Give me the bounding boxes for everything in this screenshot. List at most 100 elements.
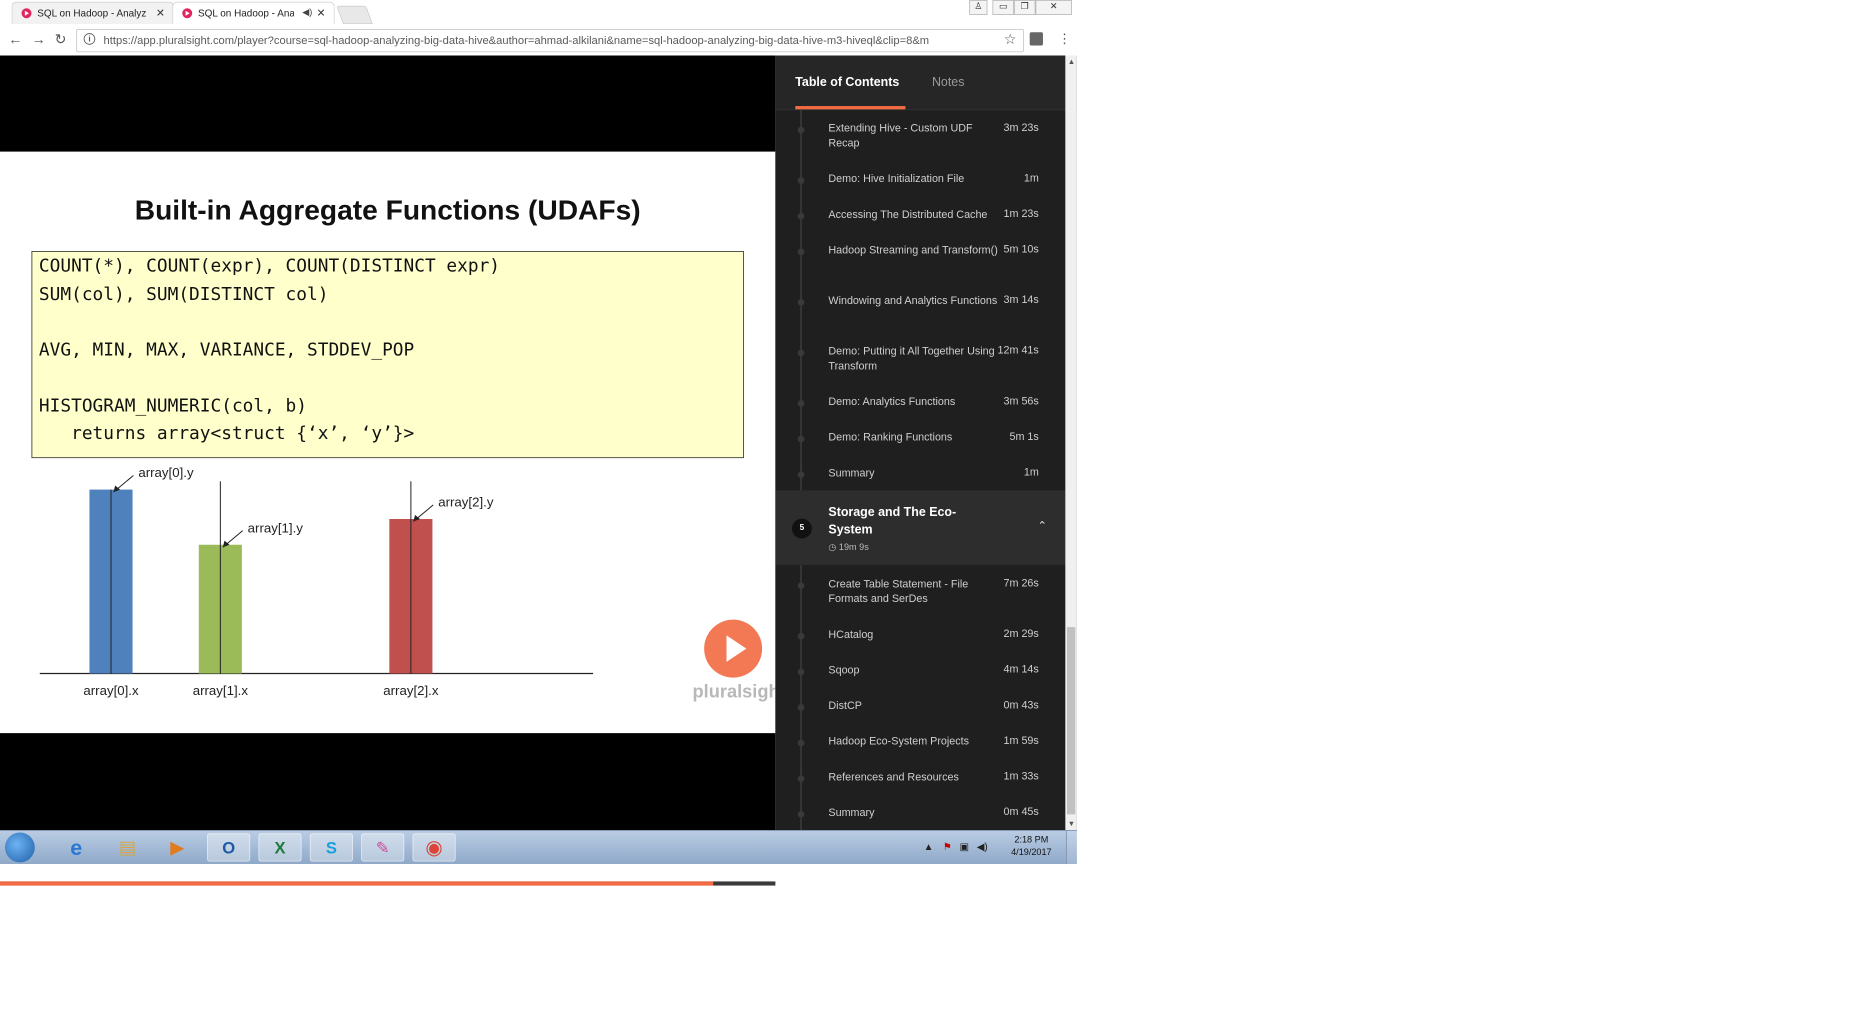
module-header[interactable]: 5 Storage and The Eco-System ◷ 19m 9s ⌃ bbox=[775, 490, 1066, 565]
clip-duration: 1m 59s bbox=[1003, 733, 1039, 747]
internet-explorer-icon[interactable]: e bbox=[55, 833, 98, 861]
user-profile-icon[interactable]: ♙ bbox=[969, 0, 988, 15]
brand-text: pluralsight bbox=[692, 680, 776, 702]
clip-title: Hadoop Eco-System Projects bbox=[828, 734, 970, 748]
code-line: returns array<struct {‘x’, ‘y’}> bbox=[38, 423, 415, 445]
close-tab-icon[interactable]: ✕ bbox=[317, 7, 326, 20]
browser-tab-2[interactable]: SQL on Hadoop - Ana ◀) ✕ bbox=[172, 1, 335, 25]
clip-item[interactable]: Summary 1m bbox=[775, 454, 1065, 494]
code-line: COUNT(*), COUNT(expr), COUNT(DISTINCT ex… bbox=[38, 255, 501, 277]
system-clock[interactable]: 2:18 PM 4/19/2017 bbox=[1002, 834, 1060, 859]
clip-duration: 1m bbox=[1023, 171, 1039, 184]
clip-duration: 5m 1s bbox=[1009, 429, 1039, 443]
clip-item[interactable]: Windowing and Analytics Functions 3m 14s bbox=[775, 282, 1065, 333]
sidebar-tabs: Table of Contents Notes bbox=[775, 55, 1077, 111]
chevron-up-icon[interactable]: ⌃ bbox=[1037, 519, 1047, 533]
back-arrow-icon[interactable]: ← bbox=[8, 31, 22, 48]
tab-notes[interactable]: Notes bbox=[932, 75, 964, 89]
pluralsight-favicon-icon bbox=[182, 8, 193, 19]
clip-title: Extending Hive - Custom UDF Recap bbox=[828, 121, 973, 150]
module-number: 5 bbox=[791, 518, 812, 539]
clip-status-dot bbox=[797, 435, 805, 443]
maximize-button[interactable]: ❐ bbox=[1013, 0, 1036, 15]
close-window-button[interactable]: ✕ bbox=[1035, 0, 1072, 15]
clip-item[interactable]: Accessing The Distributed Cache 1m 23s bbox=[775, 196, 1065, 232]
address-toolbar: ← → ↻ i https://app.pluralsight.com/play… bbox=[0, 24, 1077, 57]
clip-duration: 1m 23s bbox=[1003, 207, 1039, 220]
clip-duration: 2m 29s bbox=[1003, 627, 1039, 640]
scroll-up-arrow-icon[interactable]: ▲ bbox=[1068, 57, 1075, 65]
close-tab-icon[interactable]: ✕ bbox=[156, 7, 165, 20]
extension-icon[interactable] bbox=[1029, 32, 1043, 46]
minimize-button[interactable]: ▭ bbox=[992, 0, 1014, 15]
clip-title: Summary bbox=[828, 466, 875, 479]
clip-item[interactable]: Demo: Hive Initialization File 1m bbox=[775, 160, 1065, 196]
clip-item[interactable]: Create Table Statement - File Formats an… bbox=[775, 565, 1065, 616]
sidebar-scrollbar[interactable]: ▲ ▼ bbox=[1065, 55, 1077, 831]
clip-item[interactable]: Hadoop Streaming and Transform() 5m 10s bbox=[775, 231, 1065, 282]
video-player[interactable]: Built-in Aggregate Functions (UDAFs) COU… bbox=[0, 55, 776, 886]
clip-status-dot bbox=[797, 212, 805, 220]
media-player-icon[interactable]: ▶ bbox=[156, 833, 199, 861]
clip-item[interactable]: HCatalog 2m 29s bbox=[775, 616, 1065, 652]
start-button[interactable] bbox=[4, 832, 35, 863]
chart-annotation-label: array[0].y bbox=[138, 466, 194, 480]
address-bar[interactable]: i https://app.pluralsight.com/player?cou… bbox=[76, 28, 1024, 53]
clip-item[interactable]: DistCP 0m 43s bbox=[775, 687, 1065, 723]
clip-status-dot bbox=[797, 349, 805, 357]
clip-title: References and Resources bbox=[828, 770, 959, 783]
clip-title: Hadoop Streaming and Transform() bbox=[828, 243, 998, 256]
browser-tab-title: SQL on Hadoop - Ana bbox=[197, 7, 295, 20]
scrollbar-thumb[interactable] bbox=[1066, 627, 1076, 815]
clip-title: Accessing The Distributed Cache bbox=[828, 207, 988, 221]
clock-icon: ◷ bbox=[828, 542, 839, 553]
clip-item[interactable]: Extending Hive - Custom UDF Recap 3m 23s bbox=[775, 109, 1065, 160]
clip-item[interactable]: Hadoop Eco-System Projects 1m 59s bbox=[775, 722, 1065, 758]
speaker-icon[interactable]: ◀) bbox=[302, 7, 312, 18]
skype-icon[interactable]: S bbox=[309, 833, 353, 862]
excel-icon[interactable]: X bbox=[258, 833, 302, 862]
clip-item[interactable]: References and Resources 1m 33s bbox=[775, 758, 1065, 794]
clip-item[interactable]: Summary 0m 45s bbox=[775, 794, 1065, 830]
clip-title: HCatalog bbox=[828, 627, 874, 641]
histogram-chart: array[0].x array[0].y array[1].x array[1].y… bbox=[39, 466, 594, 698]
clip-title: DistCP bbox=[828, 699, 862, 712]
forward-arrow-icon[interactable]: → bbox=[31, 31, 45, 48]
file-explorer-icon[interactable]: ▤ bbox=[106, 833, 149, 861]
new-tab-button[interactable] bbox=[336, 5, 373, 25]
progress-fill bbox=[0, 881, 714, 886]
paint-icon[interactable]: ✎ bbox=[361, 833, 405, 862]
action-center-icon[interactable]: ⚑ bbox=[943, 841, 952, 853]
tab-table-of-contents[interactable]: Table of Contents bbox=[795, 75, 899, 89]
browser-tab-1[interactable]: SQL on Hadoop - Analyz ✕ bbox=[11, 1, 174, 25]
clip-duration: 1m bbox=[1023, 465, 1039, 478]
clock-date: 4/19/2017 bbox=[1011, 847, 1052, 858]
show-desktop-button[interactable] bbox=[1066, 830, 1078, 865]
clip-title: Demo: Hive Initialization File bbox=[828, 172, 965, 185]
bookmark-star-icon[interactable]: ☆ bbox=[1004, 31, 1017, 48]
clip-item[interactable]: Sqoop 4m 14s bbox=[775, 651, 1065, 687]
scroll-down-arrow-icon[interactable]: ▼ bbox=[1068, 819, 1075, 827]
chrome-menu-icon[interactable]: ⋮ bbox=[1058, 31, 1071, 48]
clip-title: Demo: Analytics Functions bbox=[828, 395, 956, 408]
pluralsight-favicon-icon bbox=[21, 8, 32, 19]
clip-item[interactable]: Demo: Ranking Functions 5m 1s bbox=[775, 418, 1065, 454]
reload-icon[interactable]: ↻ bbox=[55, 31, 67, 48]
clip-duration: 3m 14s bbox=[1003, 293, 1039, 306]
network-icon[interactable]: ▣ bbox=[960, 841, 969, 853]
clip-status-dot bbox=[797, 775, 805, 783]
chrome-icon[interactable]: ◉ bbox=[412, 833, 456, 862]
clip-item[interactable]: Demo: Putting it All Together Using Tran… bbox=[775, 332, 1065, 383]
video-progress-bar[interactable] bbox=[0, 881, 776, 886]
browser-tab-strip: SQL on Hadoop - Analyz ✕ SQL on Hadoop -… bbox=[0, 0, 1077, 25]
outlook-icon[interactable]: O bbox=[207, 833, 251, 862]
slide-title: Built-in Aggregate Functions (UDAFs) bbox=[134, 194, 641, 227]
info-icon[interactable]: i bbox=[83, 33, 96, 45]
clip-duration: 3m 23s bbox=[1003, 120, 1039, 134]
clip-item[interactable]: Demo: Analytics Functions 3m 56s bbox=[775, 383, 1065, 419]
clip-title: Summary bbox=[828, 806, 875, 819]
volume-icon[interactable]: ◀) bbox=[977, 841, 988, 853]
url-text[interactable]: https://app.pluralsight.com/player?cours… bbox=[104, 34, 999, 46]
clip-status-dot bbox=[797, 668, 805, 676]
show-hidden-icons-icon[interactable]: ▲ bbox=[924, 841, 934, 853]
